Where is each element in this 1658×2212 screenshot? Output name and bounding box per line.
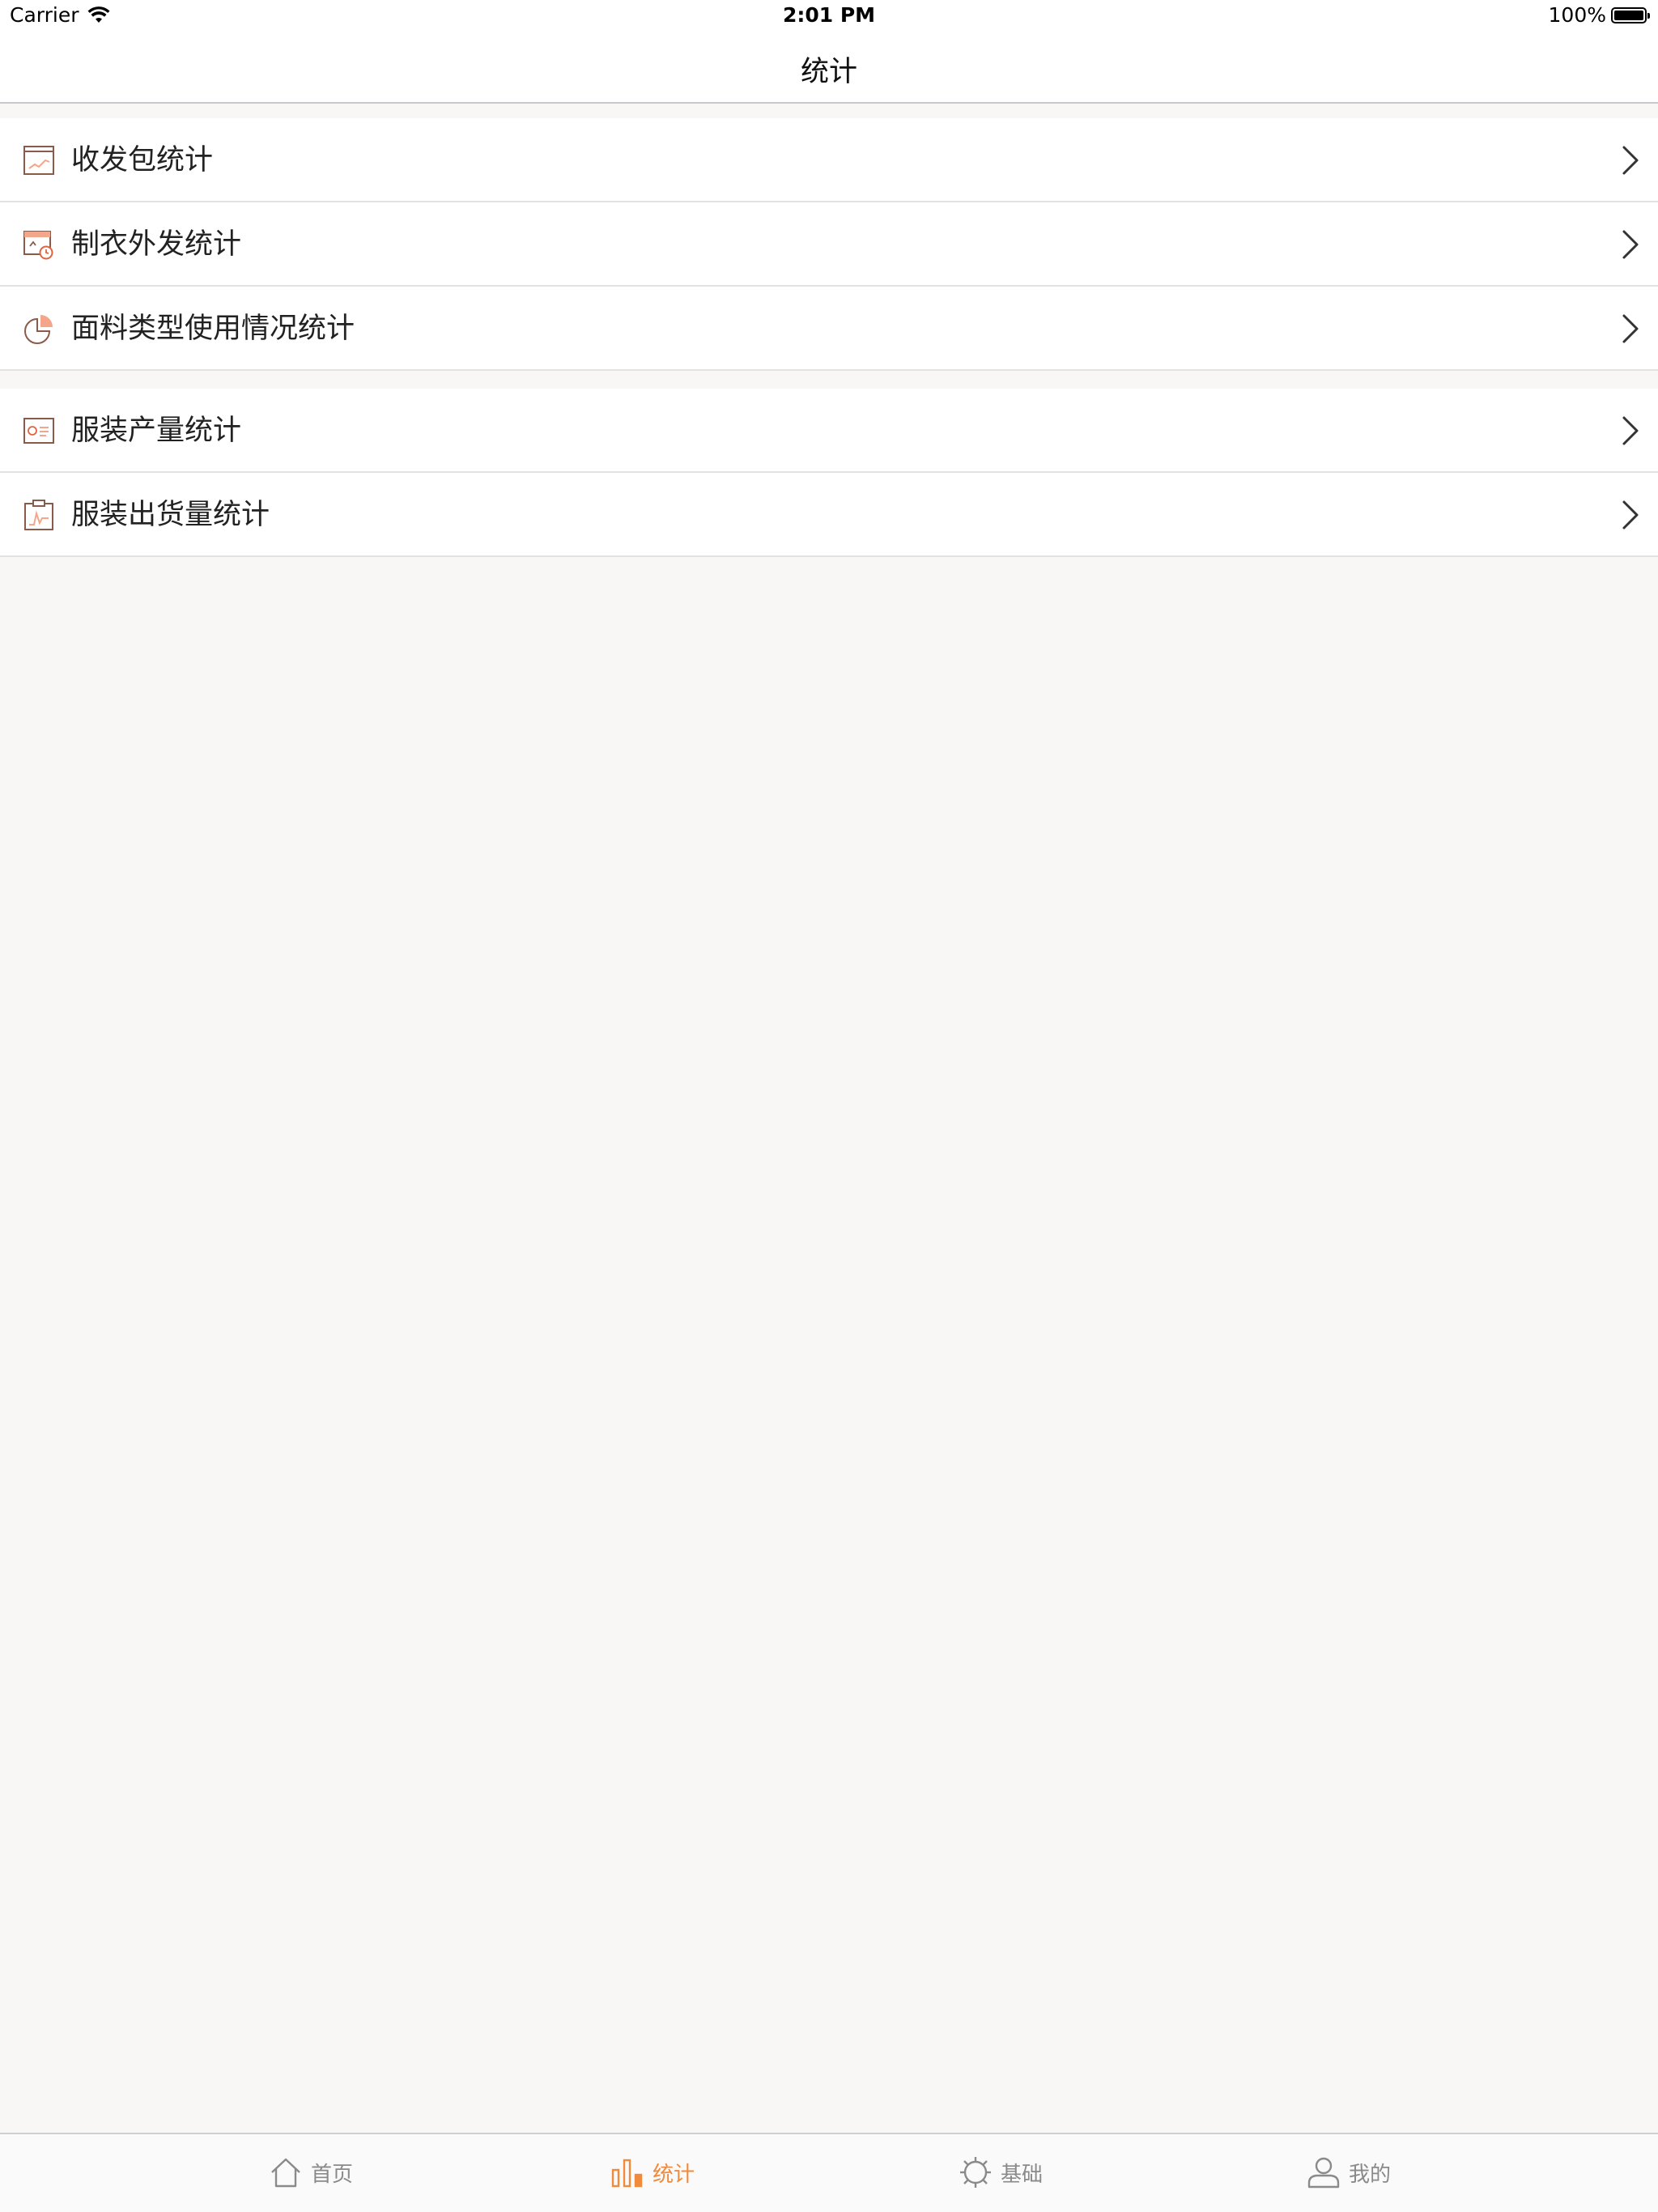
person-icon [1307,2157,1340,2189]
statistics-screen: Carrier 2:01 PM 100% 统计 收发包统计 制衣外发统计 面料类… [0,0,1658,2212]
row-label: 服装产量统计 [71,415,242,447]
battery-icon [1611,6,1650,23]
chevron-right-icon [1622,416,1639,445]
clipboard-chart-icon [24,500,53,530]
list-item-garment-outsourcing-statistics[interactable]: 制衣外发统计 [0,202,1658,287]
chevron-right-icon [1622,146,1639,175]
line-chart-window-icon [23,146,54,175]
list-item-garment-shipment-statistics[interactable]: 服装出货量统计 [0,473,1658,557]
list-item-garment-output-statistics[interactable]: 服装产量统计 [0,389,1658,473]
list-item-package-statistics[interactable]: 收发包统计 [0,118,1658,202]
row-label: 面料类型使用情况统计 [71,313,355,345]
chevron-right-icon [1622,230,1639,259]
tab-label: 我的 [1348,2162,1391,2187]
clock: 2:01 PM [782,3,876,27]
row-label: 服装出货量统计 [71,499,270,531]
statistics-group-1: 收发包统计 制衣外发统计 面料类型使用情况统计 [0,118,1658,371]
tab-label: 基础 [1000,2162,1043,2187]
chevron-right-icon [1622,314,1639,343]
battery-percent: 100% [1548,3,1606,27]
report-card-icon [23,418,54,444]
navigation-bar: 统计 [0,32,1658,104]
battery-indicator: 100% [1548,3,1650,27]
home-icon [271,2158,300,2188]
gear-icon [959,2157,991,2188]
pie-chart-icon [24,315,53,344]
list-item-fabric-usage-statistics[interactable]: 面料类型使用情况统计 [0,287,1658,371]
statistics-group-2: 服装产量统计 服装出货量统计 [0,389,1658,557]
row-label: 制衣外发统计 [71,228,242,261]
row-label: 收发包统计 [71,144,214,177]
page-title: 统计 [800,56,857,88]
tab-mine[interactable]: 我的 [1141,2134,1556,2212]
tab-label: 统计 [652,2162,695,2187]
chevron-right-icon [1622,500,1639,530]
tab-bar: 首页 统计 基础 我的 [0,2133,1658,2212]
status-bar: Carrier 2:01 PM 100% [0,0,1658,32]
bar-chart-icon [611,2159,643,2188]
tab-label: 首页 [310,2162,353,2187]
calendar-clock-icon [23,231,53,260]
